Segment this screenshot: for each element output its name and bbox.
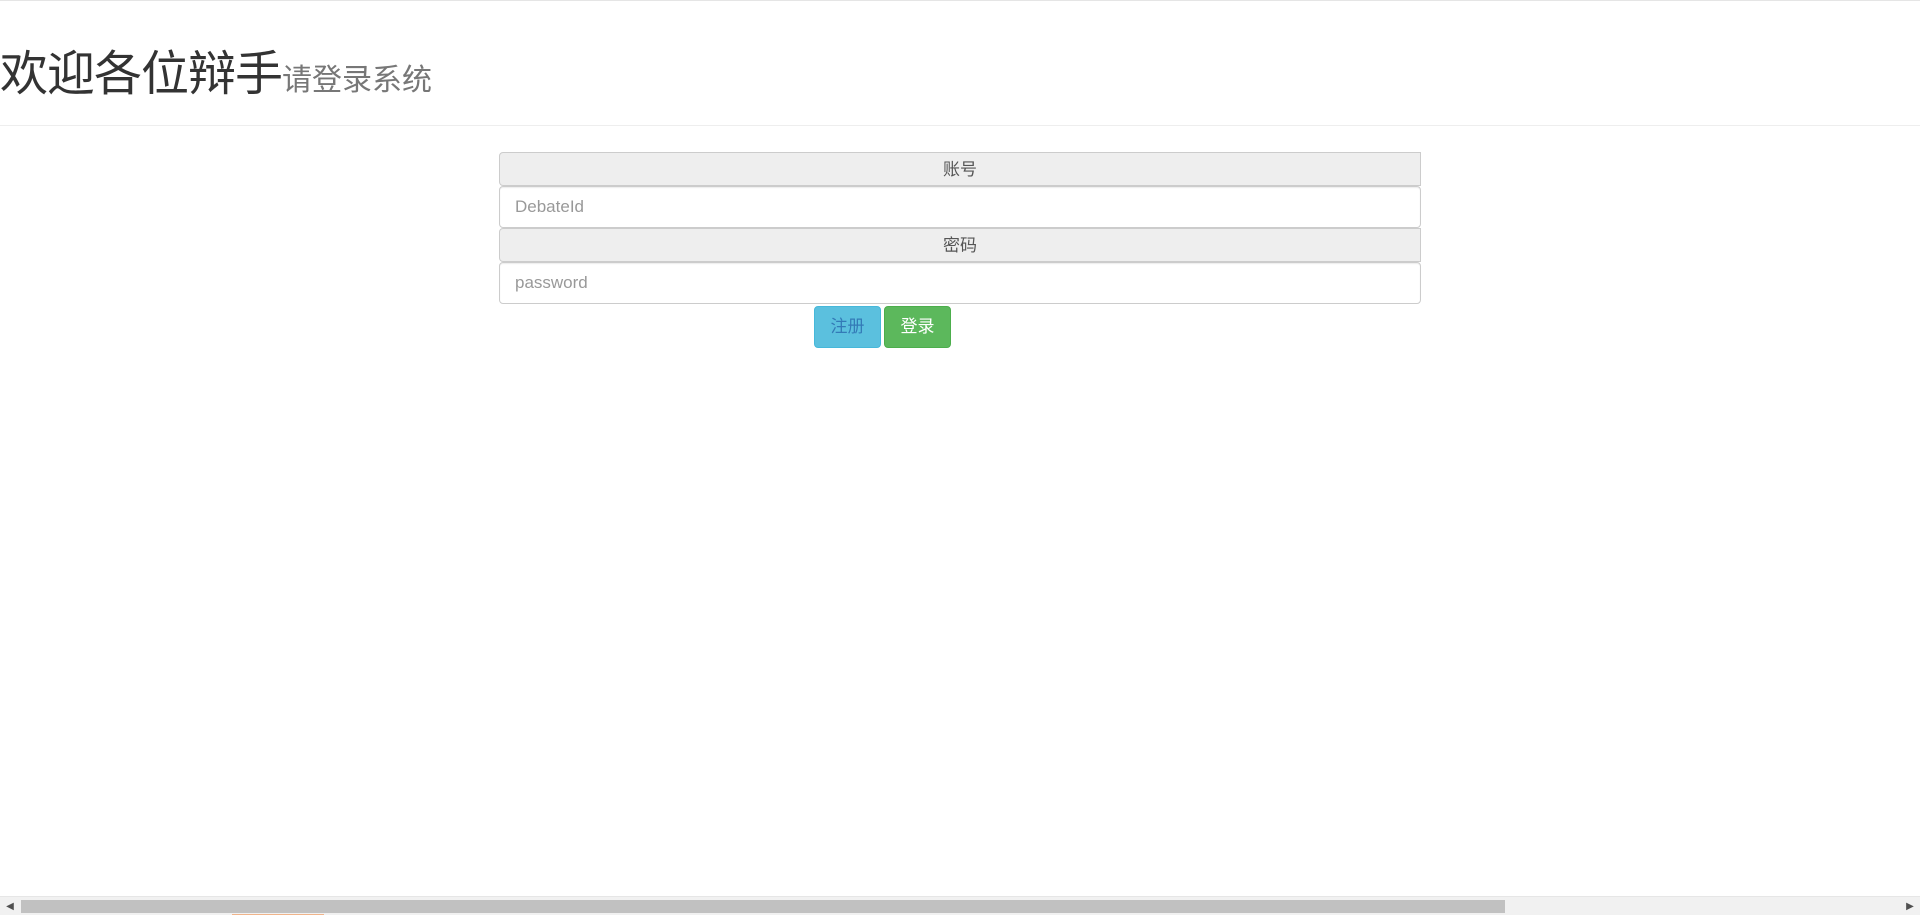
account-input[interactable] bbox=[499, 186, 1421, 228]
title-main: 欢迎各位辩手 bbox=[0, 48, 283, 101]
login-form: 账号 密码 注册登录 bbox=[499, 152, 1421, 348]
scroll-right-arrow-icon[interactable]: ▶ bbox=[1900, 897, 1920, 915]
scroll-left-arrow-icon[interactable]: ◀ bbox=[0, 897, 20, 915]
page-header: 欢迎各位辩手请登录系统 bbox=[0, 1, 1920, 126]
form-actions: 注册 登录 bbox=[814, 306, 951, 348]
page: 欢迎各位辩手请登录系统 账号 密码 注册登录 ◀ ▶ bbox=[0, 0, 1920, 915]
horizontal-scrollbar[interactable]: ◀ ▶ bbox=[0, 896, 1920, 915]
account-label: 账号 bbox=[499, 152, 1421, 186]
title-subtitle: 请登录系统 bbox=[282, 64, 433, 97]
password-label: 密码 bbox=[499, 228, 1421, 262]
password-input[interactable] bbox=[499, 262, 1421, 304]
register-button[interactable]: 注册 bbox=[814, 306, 881, 348]
scrollbar-thumb[interactable] bbox=[21, 900, 1505, 913]
login-button[interactable]: 登录 bbox=[884, 306, 951, 348]
page-title: 欢迎各位辩手请登录系统 bbox=[0, 48, 433, 102]
